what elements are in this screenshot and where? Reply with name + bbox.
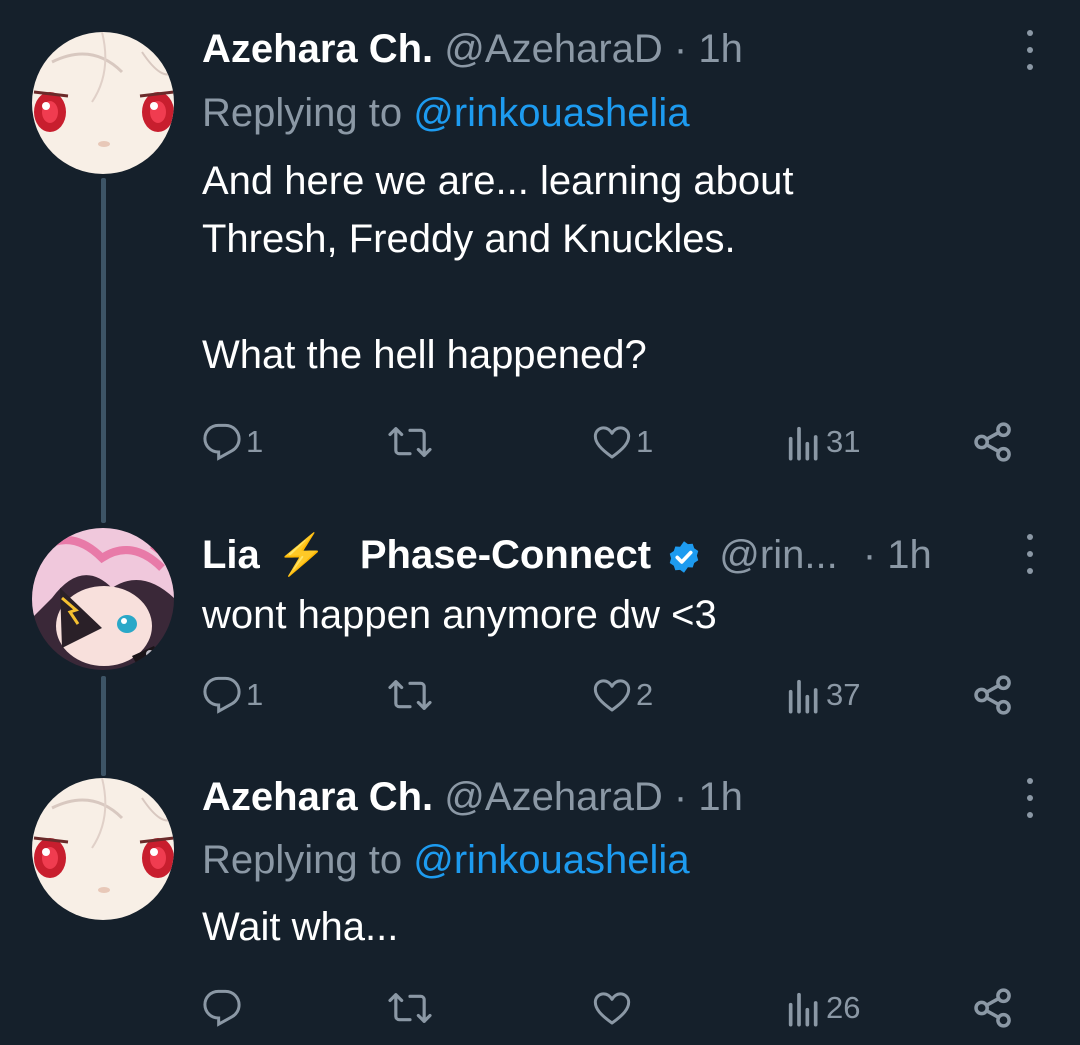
reply-icon xyxy=(203,423,241,461)
share-icon xyxy=(974,988,1011,1028)
replying-to: Replying to @rinkouashelia xyxy=(202,837,690,883)
display-name[interactable]: Azehara Ch. xyxy=(202,27,433,71)
replying-prefix: Replying to xyxy=(202,838,403,882)
avatar[interactable] xyxy=(32,528,174,670)
tweet-text: Wait wha... xyxy=(202,905,399,949)
timestamp[interactable]: 1h xyxy=(887,533,932,577)
share-icon xyxy=(974,422,1011,462)
tweet-header: Lia ⚡ Phase-Connect @rin... · 1h xyxy=(202,532,932,578)
share-button[interactable] xyxy=(972,420,1014,464)
user-handle[interactable]: @AzeharaD xyxy=(444,27,662,71)
replying-prefix: Replying to xyxy=(202,91,403,135)
retweet-button[interactable] xyxy=(388,986,436,1030)
like-icon xyxy=(593,679,631,712)
like-button[interactable]: 2 xyxy=(592,673,653,717)
user-handle[interactable]: @rin... xyxy=(719,533,837,577)
retweet-icon xyxy=(388,427,432,457)
display-name-org[interactable]: Phase-Connect xyxy=(360,533,651,577)
lightning-emoji: ⚡ xyxy=(276,533,327,577)
action-bar: 26 xyxy=(200,986,1020,1030)
avatar[interactable] xyxy=(32,32,174,174)
views-icon xyxy=(788,679,818,714)
reply-button[interactable]: 1 xyxy=(202,420,263,464)
retweet-icon xyxy=(388,993,432,1023)
share-icon xyxy=(974,675,1011,715)
share-button[interactable] xyxy=(972,986,1014,1030)
reply-button[interactable]: 1 xyxy=(202,673,263,717)
display-name[interactable]: Azehara Ch. xyxy=(202,775,433,819)
views-button[interactable]: 31 xyxy=(786,420,860,464)
more-icon[interactable] xyxy=(1020,30,1040,70)
replying-to: Replying to @rinkouashelia xyxy=(202,90,690,136)
reply-icon xyxy=(203,989,241,1027)
replying-mention-link[interactable]: @rinkouashelia xyxy=(413,91,689,135)
views-count: 37 xyxy=(826,677,861,712)
more-icon[interactable] xyxy=(1020,778,1040,818)
reply-count: 1 xyxy=(246,424,264,459)
tweet-header: Azehara Ch. @AzeharaD · 1h xyxy=(202,774,743,820)
reply-icon xyxy=(203,676,241,714)
tweet-1[interactable]: Azehara Ch. @AzeharaD · 1h Replying to @… xyxy=(0,0,1080,520)
like-count: 2 xyxy=(636,677,654,712)
replying-mention-link[interactable]: @rinkouashelia xyxy=(413,838,689,882)
action-bar: 1 2 37 xyxy=(200,673,1020,717)
timestamp[interactable]: 1h xyxy=(698,775,743,819)
tweet-text: And here we are... learning about Thresh… xyxy=(202,159,794,377)
display-name[interactable]: Lia xyxy=(202,533,260,577)
tweet-header: Azehara Ch. @AzeharaD · 1h xyxy=(202,26,743,72)
like-button[interactable]: 1 xyxy=(592,420,653,464)
share-button[interactable] xyxy=(972,673,1014,717)
views-count: 26 xyxy=(826,990,861,1025)
retweet-button[interactable] xyxy=(388,420,436,464)
separator-dot: · xyxy=(673,27,688,71)
views-icon xyxy=(788,426,818,461)
separator-dot: · xyxy=(673,775,688,819)
views-icon xyxy=(788,992,818,1027)
like-count: 1 xyxy=(636,424,654,459)
tweet-2[interactable]: Lia ⚡ Phase-Connect @rin... · 1h wont ha… xyxy=(0,520,1080,770)
like-button[interactable] xyxy=(592,986,636,1030)
reply-button[interactable] xyxy=(202,986,246,1030)
action-bar: 1 1 31 xyxy=(200,420,1020,464)
avatar[interactable] xyxy=(32,778,174,920)
user-handle[interactable]: @AzeharaD xyxy=(444,775,662,819)
tweet-3[interactable]: Azehara Ch. @AzeharaD · 1h Replying to @… xyxy=(0,770,1080,1045)
views-button[interactable]: 37 xyxy=(786,673,860,717)
retweet-icon xyxy=(388,680,432,710)
tweet-text: wont happen anymore dw <3 xyxy=(202,593,717,637)
reply-count: 1 xyxy=(246,677,264,712)
verified-badge-icon[interactable] xyxy=(666,539,702,575)
views-button[interactable]: 26 xyxy=(786,986,860,1030)
more-icon[interactable] xyxy=(1020,534,1040,574)
like-icon xyxy=(593,992,631,1025)
retweet-button[interactable] xyxy=(388,673,436,717)
views-count: 31 xyxy=(826,424,861,459)
timestamp[interactable]: 1h xyxy=(698,27,743,71)
separator-dot: · xyxy=(862,533,877,577)
like-icon xyxy=(593,426,631,459)
